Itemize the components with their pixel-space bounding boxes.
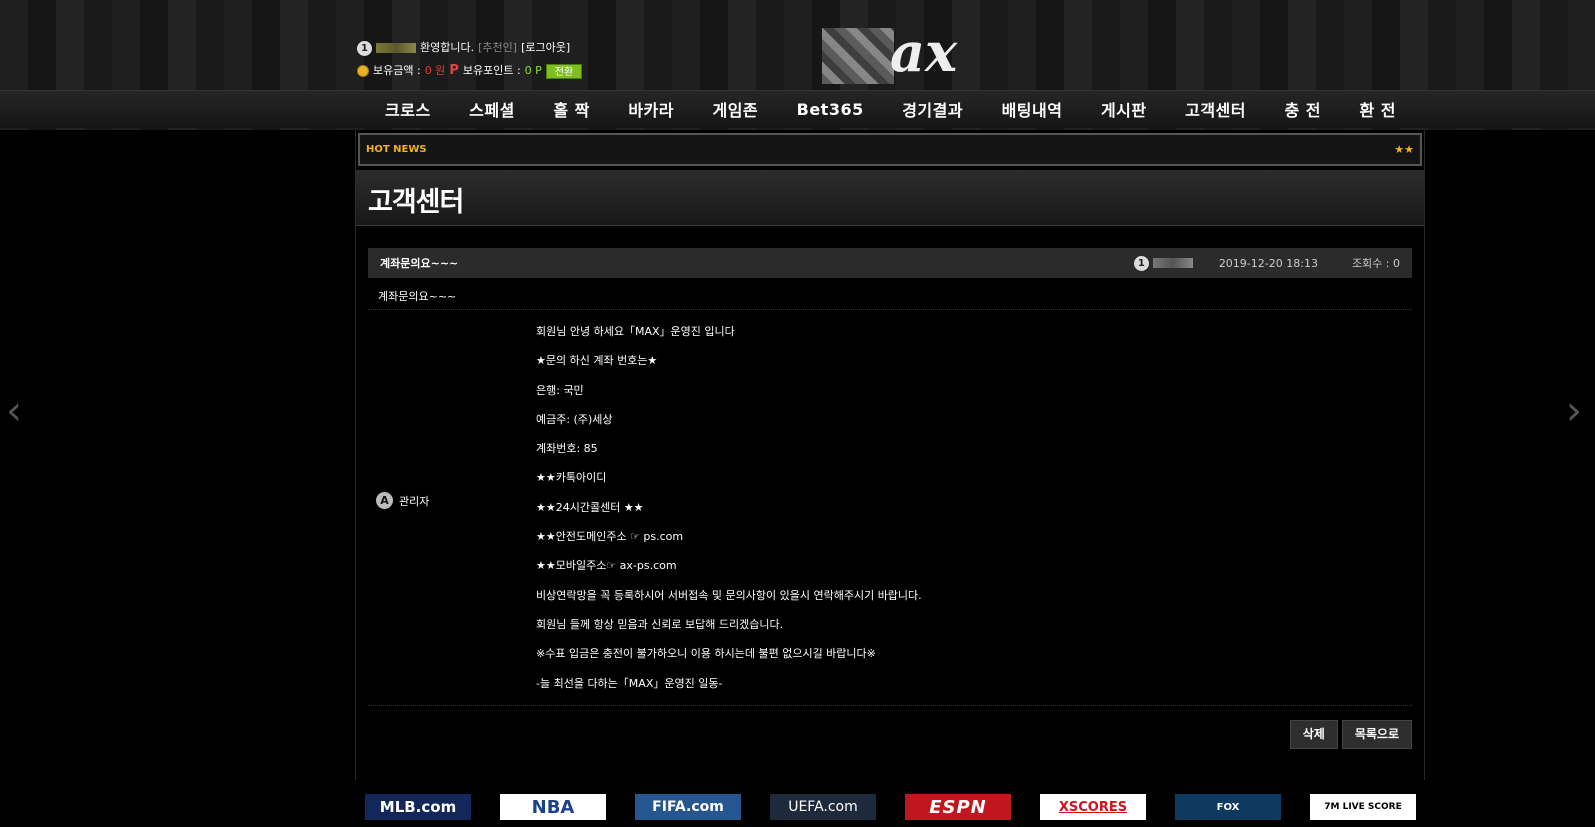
money-label: 보유금액 : [373,64,421,77]
sponsor-mlb-logo[interactable]: MLB.com [365,794,471,820]
page-title-bar: 고객센터 [356,170,1424,226]
sponsor-fifa-logo[interactable]: FIFA.com [635,794,741,820]
post-author: 1 [1133,255,1193,271]
level-icon: 1 [357,40,372,56]
admin-badge-icon: A [376,492,393,509]
logo-text: ax [890,20,958,84]
money-value: 0 원 [424,64,446,77]
page-title: 고객센터 [368,187,464,218]
sponsor-xscores-logo[interactable]: XSCORES [1040,794,1146,820]
nav-item[interactable]: 게시판 [1101,97,1147,121]
username-blurred [376,43,416,53]
nav-item[interactable]: 스페셜 [469,97,515,121]
author-level-icon: 1 [1133,255,1149,271]
user-info: 1 환영합니다. [추천인] [로그아웃] 보유금액 : 0 원 P 보유포인트… [357,40,583,86]
nav-item[interactable]: 충 전 [1284,97,1321,121]
post-actions: 삭제 목록으로 [1289,720,1412,749]
nav-item[interactable]: 고객센터 [1185,97,1246,121]
post-hits: 조회수 : 0 [1351,257,1400,270]
next-arrow-icon[interactable]: › [1566,388,1582,434]
answer-line: 은행: 국민 [536,383,584,397]
sponsor-uefa-logo[interactable]: UEFA.com [770,794,876,820]
nav-item[interactable]: 배팅내역 [1002,97,1063,121]
nav-item[interactable]: 경기결과 [902,97,963,121]
nav-item[interactable]: Bet365 [797,100,864,119]
prev-arrow-icon[interactable]: ‹ [6,388,22,434]
hot-news-label: HOT NEWS [366,144,427,155]
answer-line: 예금주: (주)세상 [536,412,613,426]
logout-link[interactable]: [로그아웃] [521,40,570,56]
nav-item[interactable]: 홀 짝 [553,97,590,121]
nav-item[interactable]: 크로스 [385,97,431,121]
admin-label: 관리자 [399,494,430,508]
user-row: 1 환영합니다. [추천인] [로그아웃] [357,40,582,56]
site-logo[interactable]: ax [822,14,972,86]
logo-mosaic [822,28,894,84]
delete-button[interactable]: 삭제 [1289,720,1338,749]
post-subject: 계좌문의요~~~ [380,257,459,270]
sponsor-espn-logo[interactable]: ESPN [905,794,1011,820]
answer-line: 비상연락망을 꼭 등록하시어 서버접속 및 문의사항이 있을시 연락해주시기 바… [536,588,922,602]
post-header: 계좌문의요~~~ 1 2019-12-20 18:13 조회수 : 0 [368,248,1412,278]
back-to-list-button[interactable]: 목록으로 [1341,720,1412,749]
author-name-blurred [1152,258,1193,268]
answer-line: ※수표 입금은 충전이 불가하오니 이용 하시는데 불편 없으시길 바랍니다※ [536,647,876,661]
question-body: 계좌문의요~~~ [368,280,1412,310]
answer-section: A 관리자 회원님 안녕 하세요「MAX」운영진 입니다 ★문의 하신 계좌 번… [368,312,1412,706]
answer-line: 계좌번호: 85 [536,442,598,456]
answer-line: -늘 최선을 다하는「MAX」운영진 일동- [536,676,723,690]
hot-news-bar: HOT NEWS ★★ [358,133,1422,166]
nav-item[interactable]: 게임존 [712,97,758,121]
sponsor-nba-logo[interactable]: NBA [500,794,606,820]
post-date: 2019-12-20 18:13 [1218,256,1318,270]
point-value: 0 P [524,64,542,77]
answer-line: ★★카톡아이디 [536,471,607,485]
answer-line: ★★24시간콜센터 ★★ [536,500,644,514]
nav-item[interactable]: 바카라 [628,97,674,121]
answer-author: A 관리자 [376,492,429,509]
answer-line: ★★안전도메인주소 ☞ ps.com [536,530,684,544]
answer-line: ★문의 하신 계좌 번호는★ [536,354,658,368]
sponsor-bar: MLB.com NBA FIFA.com UEFA.com ESPN XSCOR… [357,787,1424,827]
nav-item[interactable]: 환 전 [1359,97,1396,121]
answer-line: 회원님 안녕 하세요「MAX」운영진 입니다 [536,325,735,338]
answer-line: 회원님 들께 항상 믿음과 신뢰로 보답해 드리겠습니다. [536,617,784,631]
convert-button[interactable]: 전환 [545,63,583,79]
point-icon: P [449,63,459,78]
balance-row: 보유금액 : 0 원 P 보유포인트 : 0 P 전환 [357,63,583,79]
coin-icon [357,65,369,77]
page: 1 환영합니다. [추천인] [로그아웃] 보유금액 : 0 원 P 보유포인트… [0,0,1595,827]
main-nav: 크로스 스페셜 홀 짝 바카라 게임존 Bet365 경기결과 배팅내역 게시판… [357,90,1424,128]
content-container: HOT NEWS ★★ 고객센터 계좌문의요~~~ 1 2019-12-20 1… [355,130,1425,780]
recommender-link[interactable]: [추천인] [478,40,517,56]
answer-line: ★★모바일주소☞ ax-ps.com [536,559,677,573]
sponsor-fox-logo[interactable]: FOX [1175,794,1281,820]
answer-body: 회원님 안녕 하세요「MAX」운영진 입니다 ★문의 하신 계좌 번호는★ 은행… [536,322,922,703]
point-label: 보유포인트 : [462,64,521,77]
sponsor-7m-logo[interactable]: 7M LIVE SCORE [1310,794,1416,820]
hot-news-stars: ★★ [1394,143,1414,156]
welcome-text: 환영합니다. [420,41,475,54]
